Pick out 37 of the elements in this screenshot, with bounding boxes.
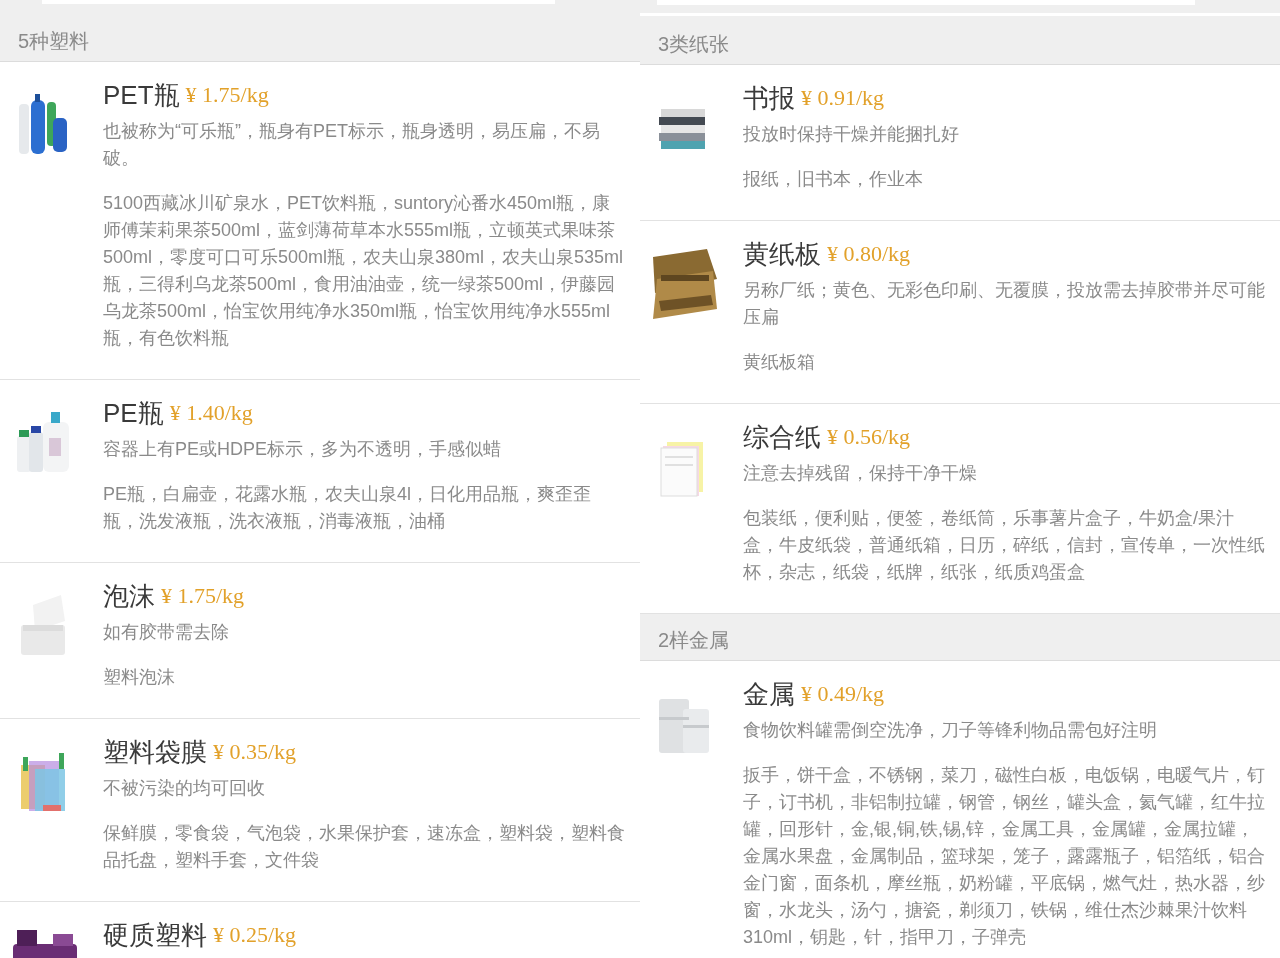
item-price: ¥ 1.75/kg bbox=[185, 81, 269, 109]
item-description: 食物饮料罐需倒空洗净，刀子等锋利物品需包好注明 bbox=[743, 719, 1158, 742]
item-name: 塑料袋膜 bbox=[103, 736, 207, 769]
item-price: ¥ 0.49/kg bbox=[801, 680, 885, 708]
item-name: 黄纸板 bbox=[743, 238, 821, 271]
item-examples: 塑料泡沫 bbox=[103, 666, 176, 689]
item-name: PET瓶 bbox=[103, 79, 180, 112]
item-price: ¥ 0.35/kg bbox=[213, 738, 297, 766]
item-price: ¥ 0.56/kg bbox=[827, 423, 911, 451]
item-examples: 保鲜膜，零食袋，气泡袋，水果保护套，速冻盒，塑料袋，塑料食品托盘，塑料手套，文件袋 bbox=[103, 822, 626, 872]
item-examples: 5100西藏冰川矿泉水，PET饮料瓶，suntory沁番水450ml瓶，康师傅茉莉果茶500ml，蓝剑薄荷草本水555ml瓶，立顿英式果味茶500ml，零度可口可乐500ml瓶，农夫山泉380ml，农夫山泉535ml瓶，三得利乌龙茶500ml，食用油油壶，统一绿茶500ml，伊藤园乌龙茶500ml，怡宝饮用纯净水350ml瓶，怡宝饮用纯净水555ml瓶，有色饮料瓶 bbox=[103, 192, 625, 350]
item-description: 也被称为“可乐瓶”，瓶身有PET标示，瓶身透明，易压扁，不易破。 bbox=[103, 120, 601, 170]
item-price: ¥ 1.75/kg bbox=[161, 582, 245, 610]
item-examples: PE瓶，白扁壶，花露水瓶，农夫山泉4l，日化用品瓶，爽歪歪瓶，洗发液瓶，洗衣液瓶，消毒液瓶，油桶 bbox=[103, 483, 593, 533]
section-title: 2样金属 bbox=[658, 628, 730, 653]
item-examples: 黄纸板箱 bbox=[743, 351, 816, 374]
item-name: 书报 bbox=[743, 82, 795, 115]
item-name: PE瓶 bbox=[103, 397, 164, 430]
item-examples: 报纸，旧书本，作业本 bbox=[743, 168, 924, 191]
item-description: 另称厂纸；黄色、无彩色印刷、无覆膜，投放需去掉胶带并尽可能压扁 bbox=[743, 279, 1266, 329]
item-description: 如有胶带需去除 bbox=[103, 621, 230, 644]
section-title: 5种塑料 bbox=[18, 29, 90, 54]
item-description: 不被污染的均可回收 bbox=[103, 777, 266, 800]
item-description: 注意去掉残留，保持干净干燥 bbox=[743, 462, 978, 485]
item-name: 泡沫 bbox=[103, 580, 155, 613]
item-description: 投放时保持干燥并能捆扎好 bbox=[743, 123, 960, 146]
item-name: 硬质塑料 bbox=[103, 919, 207, 952]
item-price: ¥ 0.91/kg bbox=[801, 84, 885, 112]
item-examples: 包装纸，便利贴，便签，卷纸筒，乐事薯片盒子，牛奶盒/果汁盒，牛皮纸袋，普通纸箱，日历，碎纸，信封，宣传单，一次性纸杯，杂志，纸袋，纸牌，纸张，纸质鸡蛋盒 bbox=[743, 507, 1266, 584]
item-name: 金属 bbox=[743, 678, 795, 711]
item-price: ¥ 1.40/kg bbox=[169, 399, 253, 427]
section-title: 3类纸张 bbox=[658, 32, 730, 57]
item-price: ¥ 0.80/kg bbox=[827, 240, 911, 268]
item-description: 容器上有PE或HDPE标示，多为不透明，手感似蜡 bbox=[103, 438, 503, 461]
item-name: 综合纸 bbox=[743, 421, 821, 454]
item-price: ¥ 0.25/kg bbox=[213, 921, 297, 949]
item-examples: 扳手，饼干盒，不锈钢，菜刀，磁性白板，电饭锅，电暖气片，钉子，订书机，非铝制拉罐，钢管，钢丝，罐头盒，氦气罐，红牛拉罐，回形针，金,银,铜,铁,锡,锌，金属工具，金属罐，金属拉罐，金属水果盘，金属制品，篮球架，笼子，露露瓶子，铝箔纸，铝合金门窗，面条机，摩丝瓶，奶粉罐，平底锅，燃气灶，热水器，纱窗，水龙头，汤勺，搪瓷，剃须刀，铁锅，维仕杰沙棘果汁饮料310ml，钥匙，针，指甲刀，子弹壳 bbox=[743, 764, 1266, 949]
